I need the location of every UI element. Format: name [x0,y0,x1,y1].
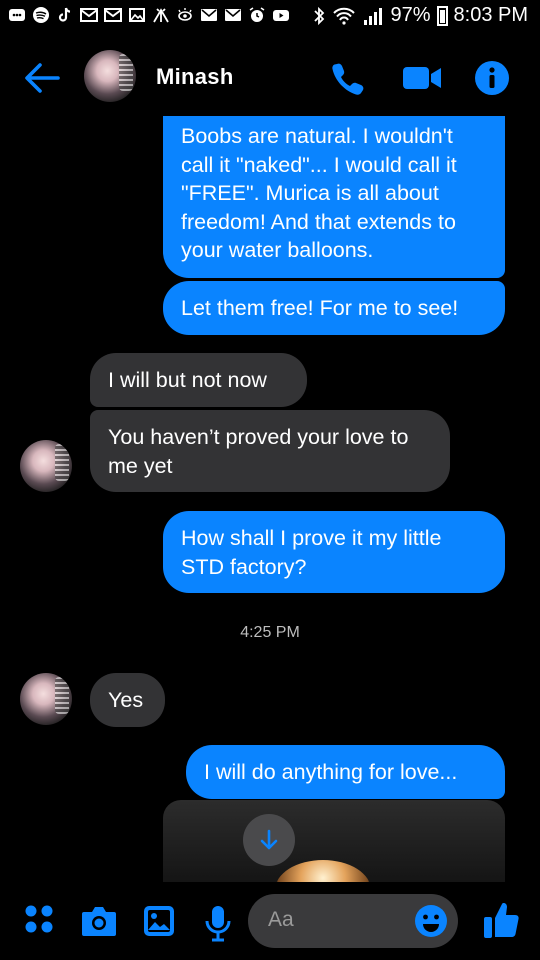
spotify-icon [33,7,49,23]
message-timestamp: 4:25 PM [240,624,300,641]
camera-icon[interactable] [80,904,118,938]
microphone-icon[interactable] [204,904,232,942]
back-arrow-icon[interactable] [22,60,62,96]
youtube-icon [273,10,289,21]
status-bar: 97% 8:03 PM [0,0,540,36]
gallery-icon [129,8,145,22]
wifi-icon [333,7,356,25]
gmail-icon [80,8,98,22]
email-icon [201,9,217,21]
notification-icons [8,6,290,24]
eye-icon [178,8,192,21]
battery-icon [436,5,448,26]
signal-icon [364,7,383,25]
conversation-header: Minash [0,36,540,116]
gmail-icon [104,8,122,22]
outgoing-message[interactable]: I will do anything for love... [186,745,505,799]
contact-name[interactable]: Minash [156,64,234,90]
image-icon[interactable] [142,904,176,938]
emoji-icon[interactable] [414,904,448,938]
media-attachment[interactable] [163,800,505,892]
menu-dots-icon[interactable] [24,904,54,934]
arrow-down-icon [260,829,278,850]
contact-avatar[interactable] [20,440,72,492]
message-composer: Aa [0,882,540,960]
scroll-to-bottom-button[interactable] [243,814,295,866]
message-input-placeholder: Aa [268,908,294,931]
email-icon [225,9,241,21]
thumbs-up-icon[interactable] [482,900,520,940]
message-input[interactable]: Aa [248,894,458,948]
contact-avatar[interactable] [20,673,72,725]
phone-icon[interactable] [330,60,366,96]
tent-icon [153,8,169,23]
info-icon[interactable] [474,60,510,96]
outgoing-message[interactable]: Boobs are natural. I wouldn't call it "n… [163,116,505,278]
battery-percent: 97% [390,4,431,26]
video-camera-icon[interactable] [402,60,442,96]
outgoing-message[interactable]: How shall I prove it my little STD facto… [163,511,505,593]
bluetooth-icon [314,6,325,25]
tiktok-icon [58,7,71,22]
messages-icon [9,9,25,21]
clock: 8:03 PM [453,4,528,26]
outgoing-message[interactable]: Let them free! For me to see! [163,281,505,335]
system-status: 97% 8:03 PM [312,4,528,27]
contact-avatar[interactable] [84,50,136,102]
incoming-message[interactable]: Yes [90,673,165,727]
incoming-message[interactable]: You haven’t proved your love to me yet [90,410,450,492]
incoming-message[interactable]: I will but not now [90,353,307,407]
alarm-icon [249,7,265,22]
